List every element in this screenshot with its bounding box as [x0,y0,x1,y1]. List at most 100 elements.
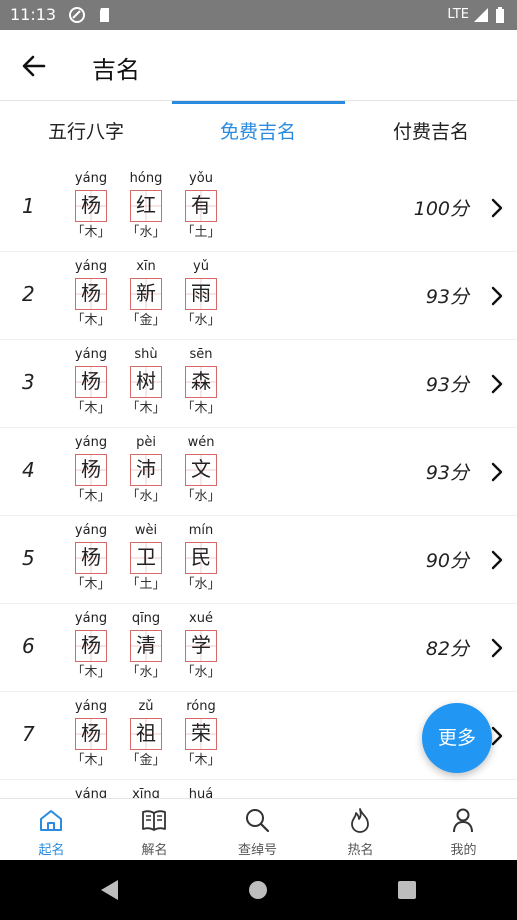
network-type: LTE [447,7,469,22]
hanzi-grid: 新 [130,278,162,310]
name-row[interactable]: yáng xīng huá [0,780,517,798]
nav-item-nickname-search[interactable]: 查绰号 [206,799,309,861]
chevron-right-icon[interactable] [491,374,503,394]
tab-bar: 五行八字 免费吉名 付费吉名 [0,100,517,164]
rank-number: 1 [22,194,35,218]
nav-label: 起名 [38,843,65,858]
hanzi-grid: 卫 [130,542,162,574]
name-character: pèi 沛「水」 [119,428,173,505]
five-element: 「水」 [181,665,221,680]
five-element: 「金」 [126,753,166,768]
pinyin: yáng [74,523,108,538]
home-icon [40,810,62,831]
tab-wuxing-bazi[interactable]: 五行八字 [0,101,172,165]
hanzi-grid: 杨 [75,718,107,750]
pinyin: xué [189,611,213,626]
name-character: yáng 杨「木」 [64,692,118,769]
pinyin: yáng [74,347,108,362]
system-nav-bar [0,860,517,920]
nav-label: 热名 [347,843,374,858]
pinyin: yǒu [189,171,213,186]
more-button[interactable]: 更多 [422,703,492,773]
name-character: wén 文「水」 [174,428,228,505]
hanzi-grid: 杨 [75,542,107,574]
five-element: 「木」 [71,753,111,768]
pinyin: yáng [74,611,108,626]
pinyin: shù [134,347,158,362]
pinyin: xīng [132,787,160,798]
name-score: 90分 [425,550,469,572]
name-character: yáng 杨「木」 [64,340,118,417]
hanzi-grid: 杨 [75,454,107,486]
five-element: 「金」 [126,313,166,328]
system-back-icon[interactable] [98,878,120,902]
name-row[interactable]: 3 yáng 杨「木」 shù 树「木」 sēn 森「木」 93分 [0,340,517,428]
nav-label: 查绰号 [237,843,277,858]
system-recents-icon[interactable] [398,881,416,899]
status-bar: 11:13 LTE [0,0,517,30]
nav-item-profile[interactable]: 我的 [412,799,515,861]
book-icon [142,810,166,831]
name-list: 1 yáng 杨「木」 hóng 红「水」 yǒu 有「土」 100分 2 yáng 杨「木」 xīn… [0,164,517,798]
nav-item-naming[interactable]: 起名 [0,799,103,861]
nav-item-hot-names[interactable]: 热名 [309,799,412,861]
name-character: xīng [119,780,173,798]
back-arrow-icon[interactable] [20,52,48,80]
name-score: 100分 [413,198,469,220]
name-row[interactable]: 6 yáng 杨「木」 qīng 清「水」 xué 学「水」 82分 [0,604,517,692]
signal-icon [474,8,488,22]
pinyin: xīn [136,259,156,274]
name-character: yǔ 雨「水」 [174,252,228,329]
rank-number: 4 [22,458,35,482]
chevron-right-icon[interactable] [491,462,503,482]
name-character: hóng 红「水」 [119,164,173,241]
name-character: zǔ 祖「金」 [119,692,173,769]
chevron-right-icon[interactable] [491,638,503,658]
name-character: róng 荣「木」 [174,692,228,769]
tab-paid-names[interactable]: 付费吉名 [345,101,517,165]
name-row[interactable]: 2 yáng 杨「木」 xīn 新「金」 yǔ 雨「水」 93分 [0,252,517,340]
hanzi-grid: 有 [185,190,217,222]
name-character: yáng 杨「木」 [64,604,118,681]
pinyin: wén [187,435,215,450]
chevron-right-icon[interactable] [491,198,503,218]
name-row[interactable]: 4 yáng 杨「木」 pèi 沛「水」 wén 文「水」 93分 [0,428,517,516]
nav-item-interpret[interactable]: 解名 [103,799,206,861]
chevron-right-icon[interactable] [491,726,503,746]
five-element: 「水」 [181,489,221,504]
five-element: 「土」 [181,225,221,240]
five-element: 「水」 [181,577,221,592]
rank-number: 6 [22,634,35,658]
rank-number: 5 [22,546,35,570]
rank-number: 3 [22,370,35,394]
five-element: 「木」 [71,489,111,504]
pinyin: yáng [74,259,108,274]
name-row[interactable]: 1 yáng 杨「木」 hóng 红「水」 yǒu 有「土」 100分 [0,164,517,252]
rank-number: 2 [22,282,35,306]
name-character: xué 学「水」 [174,604,228,681]
name-character: yáng 杨「木」 [64,164,118,241]
name-character: qīng 清「水」 [119,604,173,681]
tab-free-names[interactable]: 免费吉名 [172,101,344,165]
page-title: 吉名 [92,56,140,84]
name-character: mín 民「水」 [174,516,228,593]
name-row[interactable]: 5 yáng 杨「木」 wèi 卫「土」 mín 民「水」 90分 [0,516,517,604]
pinyin: yáng [74,699,108,714]
name-score: 93分 [425,286,469,308]
five-element: 「水」 [126,489,166,504]
name-character: wèi 卫「土」 [119,516,173,593]
hanzi-grid: 杨 [75,190,107,222]
pinyin: sēn [189,347,213,362]
five-element: 「水」 [126,225,166,240]
chevron-right-icon[interactable] [491,550,503,570]
name-character: yáng 杨「木」 [64,252,118,329]
system-home-icon[interactable] [249,881,267,899]
pinyin: yáng [74,435,108,450]
five-element: 「木」 [181,401,221,416]
five-element: 「木」 [71,225,111,240]
sd-card-icon [100,8,109,22]
hanzi-grid: 沛 [130,454,162,486]
name-character: sēn 森「木」 [174,340,228,417]
status-time: 11:13 [10,5,57,24]
chevron-right-icon[interactable] [491,286,503,306]
